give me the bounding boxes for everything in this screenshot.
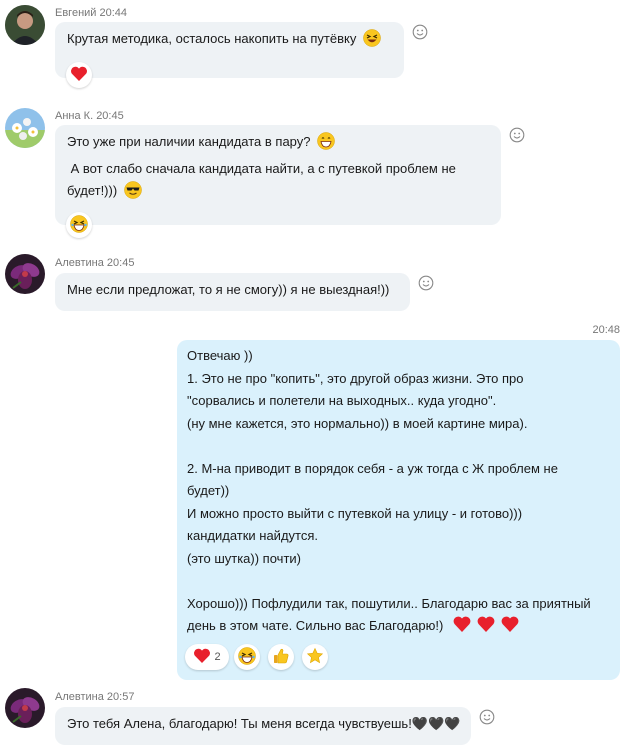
reaction-chip[interactable]	[66, 212, 92, 238]
message-meta: Алевтина 20:45	[55, 257, 134, 269]
grinning-face-icon	[317, 132, 335, 158]
message-bubble: Крутая методика, осталось накопить на пу…	[55, 22, 404, 78]
message-text: (ну мне кажется, это нормально)) в моей …	[187, 415, 528, 431]
message-meta: Евгений 20:44	[55, 7, 127, 19]
message-text: Мне если предложат, то я не смогу)) я не…	[67, 282, 390, 297]
thumbs-up-icon	[272, 647, 290, 668]
timestamp: 20:57	[106, 691, 135, 703]
laughing-face-icon	[363, 29, 381, 55]
message-text: день в этом чате. Сильно вас Благодарю!)	[187, 618, 444, 633]
timestamp: 20:48	[592, 324, 620, 336]
message-text: 1. Это не про "копить", это другой образ…	[187, 370, 524, 386]
message-text: Крутая методика, осталось накопить на пу…	[67, 31, 357, 46]
reaction-chip-thumbs[interactable]	[268, 644, 294, 670]
heart-icon	[70, 66, 88, 85]
message-text: Это тебя Алена, благодарю! Ты меня всегд…	[67, 716, 461, 731]
heart-icon	[193, 648, 211, 667]
message-meta: Алевтина 20:57	[55, 691, 134, 703]
author-name: Анна К.	[55, 110, 94, 122]
message-text	[187, 570, 610, 593]
avatar[interactable]	[5, 688, 45, 728]
author-name: Алевтина	[55, 257, 104, 269]
reaction-chip-heart[interactable]: 2	[185, 644, 229, 670]
author-name: Алевтина	[55, 691, 104, 703]
message-text	[187, 435, 610, 458]
message-text: Отвечаю ))	[187, 348, 253, 363]
reaction-chip-laugh[interactable]	[234, 644, 260, 670]
message-text: будет))	[187, 483, 230, 498]
message-text: "сорвались и полетели на выходных.. куда…	[187, 393, 497, 408]
timestamp: 20:45	[96, 110, 124, 122]
sunglasses-face-icon	[124, 181, 142, 207]
message-text: Хорошо))) Пофлудили так, пошутили.. Благ…	[187, 595, 591, 611]
message-bubble: Отвечаю )) 1. Это не про "копить", это д…	[177, 340, 620, 680]
message-text: (это шутка)) почти)	[187, 550, 301, 566]
message-text: 2. М-на приводит в порядок себя - а уж т…	[187, 460, 558, 476]
message-text: А вот слабо сначала кандидата найти, а с…	[67, 160, 456, 176]
reaction-count: 2	[214, 651, 221, 663]
add-reaction-icon[interactable]	[412, 24, 428, 40]
laughing-face-icon	[238, 646, 256, 668]
message-text: И можно просто выйти с путевкой на улицу…	[187, 505, 523, 521]
add-reaction-icon[interactable]	[418, 275, 434, 291]
laughing-face-icon	[70, 214, 88, 236]
reaction-chip-star[interactable]	[302, 644, 328, 670]
add-reaction-icon[interactable]	[479, 709, 495, 725]
message-text: кандидатки найдутся.	[187, 528, 318, 543]
avatar[interactable]	[5, 108, 45, 148]
add-reaction-icon[interactable]	[509, 127, 525, 143]
message-text: будет!)))	[67, 183, 118, 198]
star-icon	[306, 647, 324, 668]
reaction-chip[interactable]	[66, 62, 92, 88]
timestamp: 20:45	[106, 257, 135, 269]
author-name: Евгений	[55, 7, 97, 19]
message-bubble: Мне если предложат, то я не смогу)) я не…	[55, 273, 410, 311]
hearts-emoji	[453, 615, 523, 641]
message-meta: Анна К. 20:45	[55, 110, 124, 122]
avatar[interactable]	[5, 5, 45, 45]
timestamp: 20:44	[99, 7, 128, 19]
message-text: Это уже при наличии кандидата в пару?	[67, 134, 311, 149]
avatar[interactable]	[5, 254, 45, 294]
message-bubble: Это тебя Алена, благодарю! Ты меня всегд…	[55, 707, 471, 745]
message-bubble: Это уже при наличии кандидата в пару? А …	[55, 125, 501, 225]
